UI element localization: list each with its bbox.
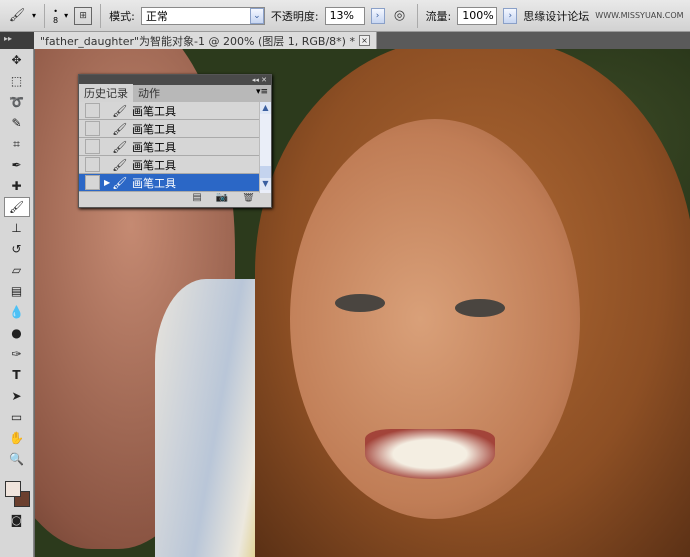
snapshot-checkbox[interactable] [85, 175, 100, 190]
healing-brush-tool-icon[interactable]: ✚ [4, 176, 30, 196]
history-item-label: 画笔工具 [132, 158, 176, 172]
close-icon[interactable]: × [358, 35, 370, 46]
tab-history[interactable]: 历史记录 [79, 84, 133, 102]
pen-tool-icon[interactable]: ✑ [4, 344, 30, 364]
document-tab[interactable]: "father_daughter"为智能对象-1 @ 200% (图层 1, R… [34, 32, 377, 49]
brush-icon: 🖌 [112, 121, 128, 136]
new-document-from-state-icon[interactable]: ▤ [192, 193, 201, 208]
flow-label: 流量: [425, 9, 452, 23]
history-item-label: 画笔工具 [132, 176, 176, 190]
eraser-tool-icon[interactable]: ▱ [4, 260, 30, 280]
scroll-down-icon[interactable]: ▼ [260, 178, 271, 190]
flow-input[interactable]: 100% [457, 6, 498, 25]
quick-select-tool-icon[interactable]: ✎ [4, 113, 30, 133]
history-item-label: 画笔工具 [132, 140, 176, 154]
watermark-url: WWW.MISSYUAN.COM [595, 11, 684, 20]
tablet-pressure-icon[interactable]: ◎ [391, 7, 409, 25]
color-swatches [0, 469, 33, 509]
options-bar: 🖌 ▾ • 8 ▾ ⊞ 模式: 正常 ⌄ 不透明度: 13% › ◎ 流量: 100… [0, 0, 690, 32]
mode-select[interactable]: 正常 ⌄ [140, 6, 265, 25]
scroll-up-icon[interactable]: ▲ [260, 102, 271, 114]
blur-tool-icon[interactable]: 💧 [4, 302, 30, 322]
foreground-color-swatch[interactable] [5, 481, 21, 497]
brush-panel-toggle-icon[interactable]: ⊞ [74, 6, 93, 25]
crop-tool-icon[interactable]: ⌗ [4, 134, 30, 154]
brush-icon: 🖌 [112, 139, 128, 154]
brush-icon: 🖌 [112, 157, 128, 172]
history-panel: ◂◂ ✕ 历史记录 动作 ▾≡ 🖌 画笔工具 🖌 画笔工具 🖌 画笔工具 🖌 画笔工具 … [78, 74, 272, 208]
history-item-current[interactable]: ▶ 🖌 画笔工具 [79, 174, 259, 192]
history-item[interactable]: 🖌 画笔工具 [79, 120, 259, 138]
document-tab-bar: ▸▸ "father_daughter"为智能对象-1 @ 200% (图层 1… [0, 32, 690, 49]
divider [100, 3, 102, 28]
mode-label: 模式: [109, 9, 135, 23]
mode-value: 正常 [145, 9, 168, 23]
type-tool-icon[interactable]: T [4, 365, 30, 385]
clone-stamp-tool-icon[interactable]: ⊥ [4, 218, 30, 238]
brush-icon: 🖌 [112, 175, 128, 190]
snapshot-checkbox[interactable] [85, 103, 100, 118]
history-item[interactable]: 🖌 画笔工具 [79, 156, 259, 174]
snapshot-checkbox[interactable] [85, 157, 100, 172]
snapshot-checkbox[interactable] [85, 121, 100, 136]
brush-icon: 🖌 [112, 103, 128, 118]
shape-tool-icon[interactable]: ▭ [4, 407, 30, 427]
eyedropper-tool-icon[interactable]: ✒ [4, 155, 30, 175]
chevron-down-icon: ⌄ [249, 7, 264, 24]
history-state-marker-icon: ▶ [104, 178, 111, 187]
snapshot-checkbox[interactable] [85, 139, 100, 154]
opacity-label: 不透明度: [270, 9, 319, 23]
history-scrollbar[interactable]: ▲ ▼ [259, 102, 271, 193]
opacity-value: 13% [329, 9, 355, 22]
watermark-cn: 思缘设计论坛 [523, 9, 590, 23]
delete-trash-icon[interactable]: 🗑 [242, 193, 255, 208]
woman-smile [365, 429, 495, 479]
hand-tool-icon[interactable]: ✋ [4, 428, 30, 448]
history-item[interactable]: 🖌 画笔工具 [79, 138, 259, 156]
brush-tool-icon[interactable]: 🖌 [3, 197, 30, 217]
opacity-input[interactable]: 13% [324, 6, 365, 25]
opacity-slider-button[interactable]: › [370, 7, 385, 24]
history-item[interactable]: 🖌 画笔工具 [79, 102, 259, 120]
gradient-tool-icon[interactable]: ▤ [4, 281, 30, 301]
document-title: "father_daughter"为智能对象-1 @ 200% (图层 1, R… [40, 34, 355, 48]
flow-slider-button[interactable]: › [503, 7, 518, 24]
quick-mask-icon[interactable]: ◙ [4, 510, 30, 530]
divider [44, 3, 46, 28]
brush-tool-preset-icon[interactable]: 🖌 [8, 7, 26, 25]
path-select-tool-icon[interactable]: ➤ [4, 386, 30, 406]
history-item-label: 画笔工具 [132, 122, 176, 136]
move-tool-icon[interactable]: ✥ [4, 50, 30, 70]
tab-actions[interactable]: 动作 [133, 84, 165, 102]
flow-value: 100% [462, 9, 494, 22]
lasso-tool-icon[interactable]: ➰ [4, 92, 30, 112]
brush-size: 8 [53, 15, 59, 25]
history-item-label: 画笔工具 [132, 104, 176, 118]
dropdown-arrow-icon[interactable]: ▾ [32, 11, 36, 20]
panel-menu-icon[interactable]: ▾≡ [256, 87, 268, 97]
dropdown-arrow-icon[interactable]: ▾ [64, 11, 68, 20]
new-snapshot-icon[interactable]: 📷 [216, 193, 228, 208]
dodge-tool-icon[interactable]: ● [4, 323, 30, 343]
tools-panel: ✥ ⬚ ➰ ✎ ⌗ ✒ ✚ 🖌 ⊥ ↺ ▱ ▤ 💧 ● ✑ T ➤ ▭ ✋ 🔍 … [0, 49, 34, 557]
zoom-tool-icon[interactable]: 🔍 [4, 449, 30, 469]
divider [416, 3, 418, 28]
woman-eye-right [455, 299, 505, 317]
woman-eye-left [335, 294, 385, 312]
history-panel-footer: ▤ 📷 🗑 [79, 193, 271, 208]
scroll-thumb[interactable] [260, 166, 271, 178]
marquee-tool-icon[interactable]: ⬚ [4, 71, 30, 91]
panel-grip[interactable]: ▸▸ [0, 32, 34, 49]
brush-size-picker[interactable]: • 8 [53, 7, 58, 25]
history-brush-tool-icon[interactable]: ↺ [4, 239, 30, 259]
